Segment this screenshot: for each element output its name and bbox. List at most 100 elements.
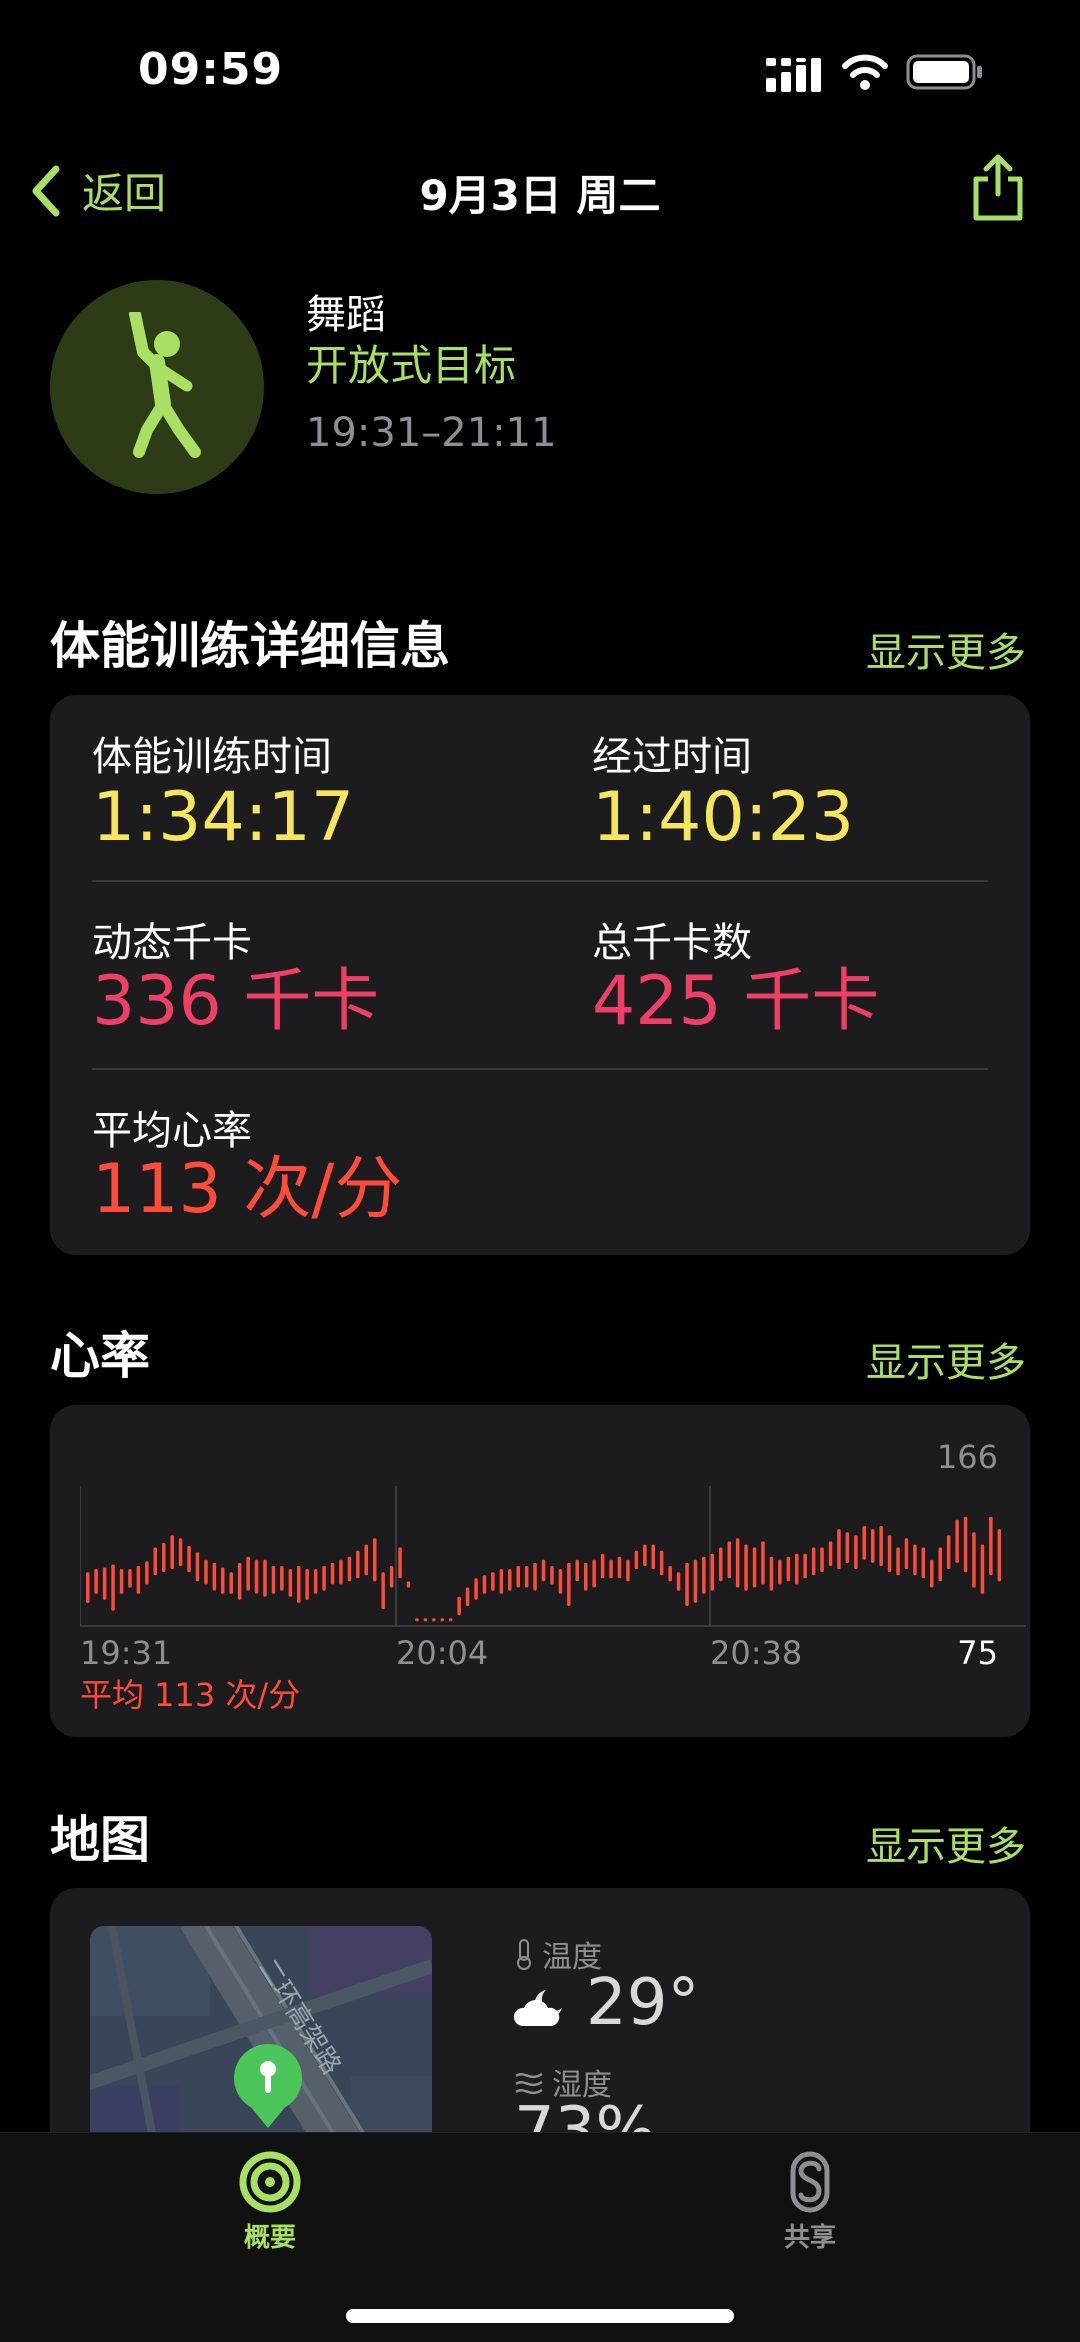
temperature-value: 29° [586,1966,700,2040]
heart-rate-bar [786,1556,791,1582]
heart-rate-bar [600,1553,605,1579]
heart-rate-bar [474,1578,478,1600]
heart-rate-bar [237,1562,242,1600]
heart-rate-bar [423,1618,428,1622]
heart-rate-bar [567,1562,571,1606]
details-show-more-button[interactable]: 显示更多 [866,620,1026,678]
heart-rate-bar [584,1562,588,1591]
heart-rate-bar [136,1566,141,1594]
metric-divider [92,880,988,882]
heart-rate-bar [322,1566,326,1591]
heart-rate-bar [676,1572,681,1591]
heart-rate-bar [659,1550,664,1576]
chart-x-tick-1: 20:04 [396,1634,489,1672]
humidity-icon [515,2072,543,2095]
heart-rate-bar [381,1572,385,1610]
heart-rate-bar [482,1575,487,1594]
heart-rate-bar [972,1532,976,1588]
wifi-icon [842,54,888,90]
heart-rate-bar [541,1559,546,1582]
heart-rate-bar [550,1566,554,1585]
tab-summary-label: 概要 [243,2223,296,2253]
heart-rate-bar [145,1561,149,1585]
heart-rate-average: 平均 113 次/分 [80,1676,301,1714]
battery-icon [906,54,982,90]
map-show-more-button[interactable]: 显示更多 [866,1814,1026,1872]
heart-rate-bar [617,1556,622,1579]
heart-rate-bar [389,1566,394,1588]
heart-rate-bar [879,1526,883,1566]
heart-rate-bar [634,1550,639,1570]
activity-rings-icon [239,2151,301,2213]
heart-rate-bar [254,1559,259,1594]
metric-value-avg-heart-rate: 113 次/分 [92,1150,403,1229]
heart-rate-bar [904,1538,909,1570]
metric-divider [92,1068,988,1070]
metric-label-total-kcal: 总千卡数 [592,920,752,966]
heart-rate-bar [448,1618,453,1622]
heart-rate-bar [744,1544,748,1591]
heart-rate-bar [347,1556,352,1582]
chart-x-tick-0: 19:31 [80,1634,173,1672]
heart-rate-bar [862,1526,866,1560]
heart-rate-bar [119,1569,124,1594]
heart-rate-bar [246,1556,250,1591]
heart-rate-bar [854,1535,858,1569]
heart-rate-bar [195,1552,200,1582]
heart-rate-bar [229,1572,233,1594]
heart-rate-bar [795,1553,799,1585]
heart-rate-bar [828,1541,833,1566]
heart-rate-bar [997,1529,1002,1582]
heart-rate-bar [415,1618,419,1622]
heart-rate-show-more-button[interactable]: 显示更多 [866,1330,1026,1388]
heart-rate-bar [719,1547,723,1582]
heart-rate-bar [558,1569,563,1594]
heart-rate-bar [212,1562,217,1591]
heart-rate-bar [187,1546,191,1573]
details-title: 体能训练详细信息 [50,617,450,675]
heart-rate-bar [111,1564,115,1611]
heart-rate-bar [162,1542,166,1573]
heart-rate-bar [820,1547,824,1573]
metric-value-workout-time: 1:34:17 [92,778,355,857]
heart-rate-bar [524,1566,529,1588]
heart-rate-bar [938,1547,942,1582]
heart-rate-bar [735,1538,740,1588]
heart-rate-bar [280,1566,284,1591]
heart-rate-bar [887,1535,892,1573]
metric-label-active-kcal: 动态千卡 [92,920,252,966]
heart-rate-bar [499,1569,504,1594]
heart-rate-bar [913,1544,917,1576]
heart-rate-bar [128,1569,132,1588]
metric-value-elapsed-time: 1:40:23 [592,778,855,857]
tab-sharing-label: 共享 [783,2223,836,2253]
metric-value-active-kcal: 336 千卡 [92,962,380,1041]
sharing-icon [790,2151,830,2213]
map-title: 地图 [50,1811,150,1869]
heart-rate-bar [930,1559,934,1588]
heart-rate-bar [153,1547,157,1576]
heart-rate-bar [989,1516,993,1576]
heart-rate-bar [592,1559,596,1588]
heart-rate-bar [896,1547,900,1576]
chart-x-tick-2: 20:38 [710,1634,803,1672]
heart-rate-bar [693,1559,698,1603]
heart-rate-bar [170,1535,174,1569]
nav-title: 9月3日 周二 [419,171,661,220]
heart-rate-bar [626,1559,630,1582]
tab-sharing[interactable]: 共享 [740,2151,880,2254]
heart-rate-bar [516,1566,520,1588]
heart-rate-bar [668,1566,672,1582]
tab-summary[interactable]: 概要 [200,2151,340,2254]
heart-rate-bar [339,1559,343,1585]
heart-rate-bar [356,1550,360,1579]
heart-rate-bar [609,1559,613,1579]
heart-rate-bar [575,1559,579,1582]
heart-rate-bar [533,1562,537,1591]
share-icon[interactable] [970,154,1026,222]
heart-rate-bar [769,1556,774,1591]
heart-rate-bar [102,1567,107,1600]
status-time: 09:59 [138,44,284,95]
heart-rate-bar [651,1544,655,1570]
heart-rate-bar [432,1618,436,1622]
